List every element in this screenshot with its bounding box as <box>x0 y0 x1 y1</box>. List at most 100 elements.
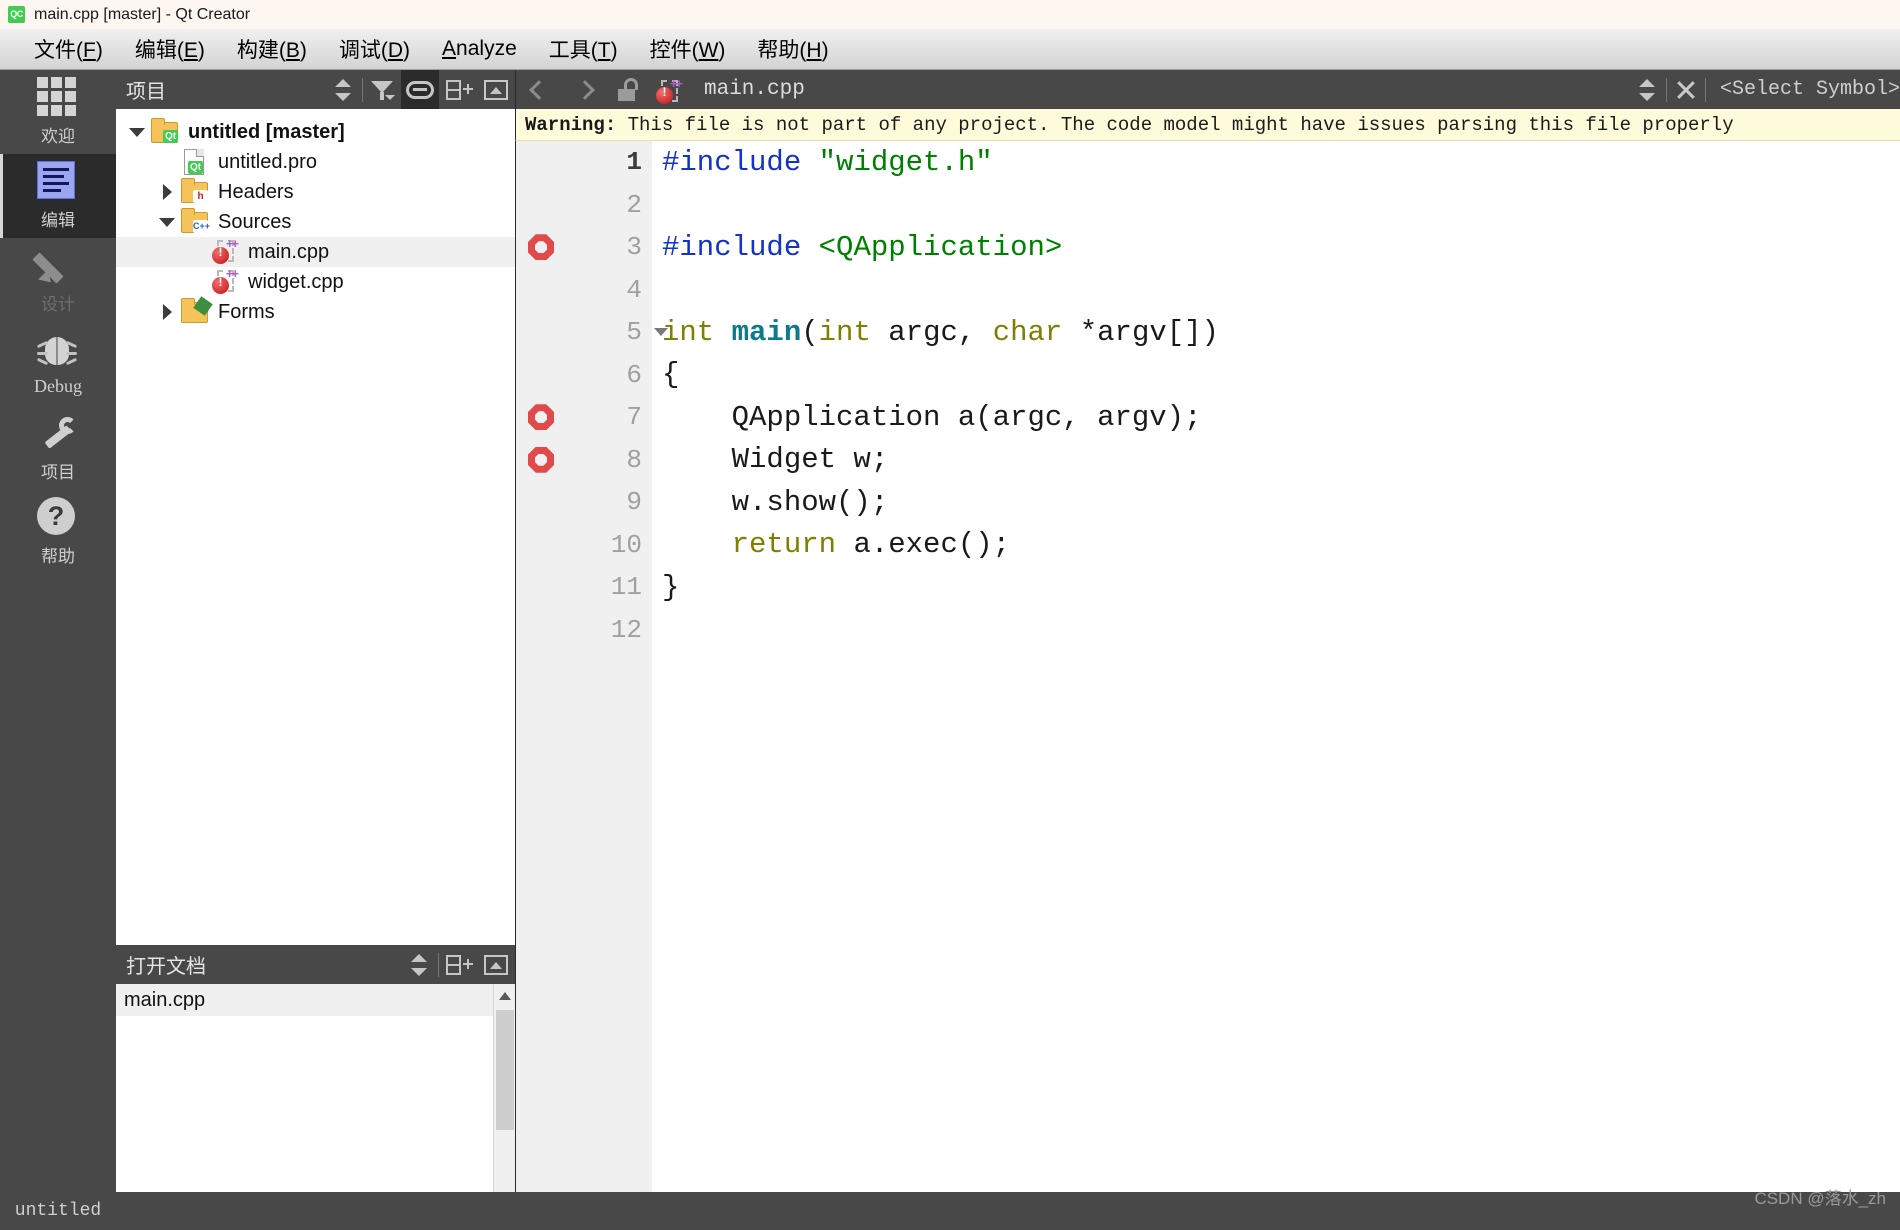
code-editor: ++ main.cpp <Select Symbol> Warning: Thi… <box>515 70 1900 1230</box>
tree-item-label: Sources <box>218 210 292 233</box>
close-icon[interactable] <box>1667 70 1705 109</box>
code-line-6[interactable]: { <box>652 354 1900 397</box>
question-icon: ? <box>37 497 79 539</box>
line-number: 6 <box>626 359 642 390</box>
window-titlebar: QC main.cpp [master] - Qt Creator <box>0 0 1900 29</box>
mode-item-2[interactable]: 设计 <box>0 238 116 322</box>
breakpoint-marker-icon[interactable] <box>528 234 554 261</box>
gutter-line-8[interactable]: 8 <box>516 439 652 482</box>
gutter-line-12[interactable]: 12 <box>516 609 652 652</box>
link-icon[interactable] <box>401 70 439 109</box>
updown-selector-icon[interactable] <box>324 70 362 109</box>
gutter-line-2[interactable]: 2 <box>516 184 652 227</box>
menu-item-6[interactable]: 控件(W) <box>634 31 742 67</box>
split-icon[interactable] <box>439 70 477 109</box>
mode-label: 编辑 <box>41 211 75 230</box>
navigate-forward-button[interactable] <box>562 70 608 109</box>
breakpoint-marker-icon[interactable] <box>528 446 554 473</box>
code-line-3[interactable]: #include <QApplication> <box>652 226 1900 269</box>
tree-item-sources[interactable]: C++ Sources <box>116 207 515 237</box>
chevron-right-icon[interactable] <box>154 297 180 327</box>
navigate-back-button[interactable] <box>516 70 562 109</box>
code-line-4[interactable] <box>652 269 1900 312</box>
gutter-line-5[interactable]: 5 <box>516 311 668 354</box>
code-line-2[interactable] <box>652 184 1900 227</box>
scroll-up-arrow-icon[interactable] <box>499 992 511 1000</box>
menu-item-4[interactable]: Analyze <box>426 34 533 64</box>
collapse-icon-docs[interactable] <box>477 945 515 984</box>
gutter-line-6[interactable]: 6 <box>516 354 652 397</box>
tree-item-headers[interactable]: h Headers <box>116 177 515 207</box>
code-line-11[interactable]: } <box>652 566 1900 609</box>
code-token: int <box>818 315 871 349</box>
gutter-line-10[interactable]: 10 <box>516 524 652 567</box>
code-token: } <box>662 570 680 604</box>
breakpoint-marker-icon[interactable] <box>528 404 554 431</box>
code-line-5[interactable]: int main(int argc, char *argv[]) <box>652 311 1900 354</box>
menu-item-3[interactable]: 调试(D) <box>323 31 426 67</box>
warning-banner: Warning: This file is not part of any pr… <box>515 109 1900 141</box>
chevron-down-icon[interactable] <box>154 207 180 237</box>
code-token: a.exec(); <box>836 528 1011 562</box>
split-icon-docs[interactable] <box>439 945 477 984</box>
menu-item-2[interactable]: 构建(B) <box>221 31 323 67</box>
gutter-line-4[interactable]: 4 <box>516 269 652 312</box>
editor-text[interactable]: #include "widget.h" #include <QApplicatio… <box>652 141 1900 1230</box>
menubar: 文件(F) 编辑(E) 构建(B) 调试(D) Analyze 工具(T) 控件(W) 帮助(… <box>0 29 1900 70</box>
editor-filename[interactable]: main.cpp <box>704 78 805 101</box>
status-project-indicator[interactable]: untitled <box>0 1192 116 1230</box>
mode-item-4[interactable]: 项目 <box>0 406 116 490</box>
unlock-icon[interactable] <box>608 70 646 109</box>
code-line-9[interactable]: w.show(); <box>652 481 1900 524</box>
project-pane-toolbar: 项目 <box>116 70 515 109</box>
code-line-7[interactable]: QApplication a(argc, argv); <box>652 396 1900 439</box>
mode-item-3[interactable]: Debug <box>0 322 116 406</box>
chevron-down-icon[interactable] <box>124 117 150 147</box>
code-line-text: Widget w; <box>652 443 889 476</box>
gutter-line-7[interactable]: 7 <box>516 396 652 439</box>
scrollbar-thumb[interactable] <box>496 1010 514 1130</box>
gutter-line-11[interactable]: 11 <box>516 566 652 609</box>
menu-item-1[interactable]: 编辑(E) <box>119 31 221 67</box>
code-line-text: w.show(); <box>652 486 889 519</box>
document-icon <box>37 161 79 203</box>
file-qt-icon: Qt <box>180 149 210 175</box>
code-line-8[interactable]: Widget w; <box>652 439 1900 482</box>
menu-item-5[interactable]: 工具(T) <box>533 31 634 67</box>
line-number: 10 <box>610 529 642 560</box>
tree-item-label: widget.cpp <box>248 270 344 293</box>
menu-item-7[interactable]: 帮助(H) <box>741 31 844 67</box>
tree-item-widget-cpp[interactable]: ++ widget.cpp <box>116 266 515 297</box>
mode-label: 设计 <box>41 295 75 314</box>
mode-item-5[interactable]: ? 帮助 <box>0 490 116 574</box>
filter-icon[interactable] <box>363 70 401 109</box>
updown-selector-icon-docs[interactable] <box>400 945 438 984</box>
project-pane-title: 项目 <box>126 81 166 103</box>
code-line-10[interactable]: return a.exec(); <box>652 524 1900 567</box>
code-token: *argv[]) <box>1062 315 1219 349</box>
code-line-1[interactable]: #include "widget.h" <box>652 141 1900 184</box>
file-selector-updown-icon[interactable] <box>1628 70 1666 109</box>
mode-item-1[interactable]: 编辑 <box>0 154 116 238</box>
tree-item-main-cpp[interactable]: ++ main.cpp <box>116 236 515 267</box>
mode-selector-sidebar: 欢迎编辑设计 Debug 项目? 帮助 <box>0 70 116 1230</box>
gutter-line-1[interactable]: 1 <box>516 141 652 184</box>
tree-item-untitled-master-[interactable]: Qt untitled [master] <box>116 117 515 147</box>
gutter-line-3[interactable]: 3 <box>516 226 652 269</box>
collapse-icon[interactable] <box>477 70 515 109</box>
chevron-right-icon[interactable] <box>154 177 180 207</box>
symbol-selector[interactable]: <Select Symbol> <box>1720 78 1900 101</box>
project-tree[interactable]: Qt untitled [master] Qt untitled.pro h Header… <box>116 109 515 867</box>
tree-item-untitled-pro[interactable]: Qt untitled.pro <box>116 147 515 177</box>
tree-item-forms[interactable]: Forms <box>116 296 515 327</box>
list-item[interactable]: main.cpp <box>116 984 515 1016</box>
code-line-text: QApplication a(argc, argv); <box>652 401 1202 434</box>
menu-item-0[interactable]: 文件(F) <box>18 31 119 67</box>
code-token: main <box>731 315 802 349</box>
code-line-12[interactable] <box>652 609 1900 652</box>
tree-twisty-empty <box>154 147 180 177</box>
mode-item-0[interactable]: 欢迎 <box>0 70 116 154</box>
code-area[interactable]: 1 2 3 4 5 6 7 8 9 10 11 12 #include "widget.h" #incl… <box>515 141 1900 1230</box>
gutter-line-9[interactable]: 9 <box>516 481 652 524</box>
editor-gutter[interactable]: 1 2 3 4 5 6 7 8 9 10 11 12 <box>516 141 668 1230</box>
